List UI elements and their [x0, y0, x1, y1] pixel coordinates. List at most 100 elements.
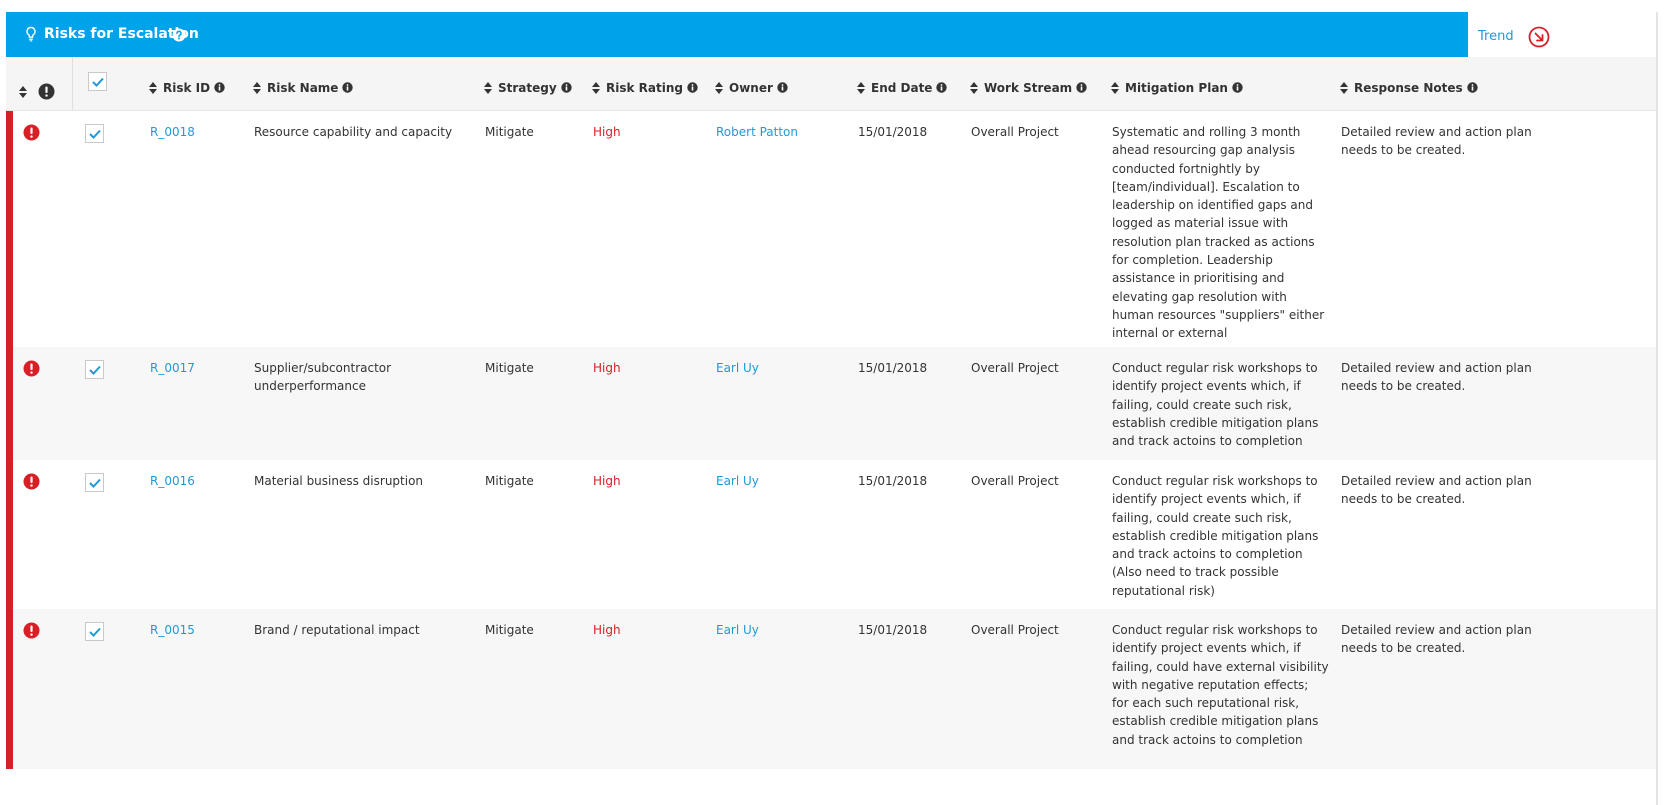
mitigation-plan-line: human resources "suppliers" either [1112, 307, 1325, 322]
mitigation-plan-line: (Also need to track possible [1112, 565, 1279, 580]
column-header-label: Response Notes [1354, 81, 1463, 95]
check-icon [89, 365, 101, 375]
end-date-cell: 15/01/2018 [858, 361, 928, 375]
sort-icon [149, 82, 157, 94]
trend-tab[interactable]: Trend [1468, 12, 1656, 57]
mitigation-plan-line: and track actoins to completion [1112, 434, 1303, 449]
column-header-label: Strategy [498, 81, 557, 95]
risk-name-line: Material business disruption [254, 474, 424, 488]
risk-id-link[interactable]: R_0015 [150, 621, 195, 639]
exclamation-circle-icon [23, 622, 40, 643]
work-stream-cell: Overall Project [971, 623, 1059, 637]
check-icon [89, 478, 101, 488]
info-circle-icon[interactable] [560, 82, 572, 93]
trend-link[interactable]: Trend [1478, 12, 1514, 62]
mitigation-plan-line: establish credible mitigation plans [1112, 528, 1319, 543]
response-notes: Detailed review and action plan needs to … [1341, 621, 1532, 658]
info-circle-icon[interactable] [342, 82, 354, 93]
mitigation-plan-line: Conduct regular risk workshops to [1112, 623, 1318, 637]
sort-icon [970, 82, 978, 94]
mitigation-plan-line: and track actoins to completion [1112, 547, 1303, 562]
check-icon [89, 627, 101, 637]
column-header-mitigation[interactable]: Mitigation Plan [1111, 57, 1243, 110]
mitigation-plan-line: assistance in prioritising and [1112, 271, 1285, 286]
info-circle-icon[interactable] [1232, 82, 1243, 93]
response-notes-line: needs to be created. [1341, 492, 1466, 507]
info-circle-icon[interactable] [936, 82, 948, 93]
sort-icon [253, 82, 261, 94]
risk-id-link[interactable]: R_0016 [150, 472, 195, 490]
column-header-strategy[interactable]: Strategy [484, 57, 572, 110]
info-circle-icon[interactable] [214, 82, 225, 93]
row-checkbox[interactable] [85, 124, 104, 143]
sort-icon [715, 82, 723, 94]
column-header-label: End Date [871, 81, 933, 95]
exclamation-circle-icon [23, 473, 40, 494]
risk-name-line: underperformance [254, 379, 366, 394]
risk-id-link[interactable]: R_0017 [150, 359, 195, 377]
row-checkbox[interactable] [85, 473, 104, 492]
mitigation-plan-line: identify project events which, if [1112, 492, 1301, 507]
mitigation-plan-line: internal or external [1112, 326, 1228, 341]
mitigation-plan-line: for each such reputational risk, [1112, 696, 1300, 711]
info-circle-icon[interactable] [777, 82, 788, 93]
mitigation-plan-line: reputational risk) [1112, 583, 1215, 598]
mitigation-plan-line: conducted fortnightly by [1112, 161, 1260, 176]
end-date-cell: 15/01/2018 [858, 125, 928, 139]
risks-panel: Risks for Escalation Trend Risk ID Risk … [6, 12, 1658, 805]
response-notes-line: needs to be created. [1341, 641, 1466, 656]
column-header-work-stream[interactable]: Work Stream [970, 57, 1087, 110]
owner-link[interactable]: Earl Uy [716, 472, 759, 490]
row-checkbox[interactable] [85, 360, 104, 379]
owner-link[interactable]: Earl Uy [716, 621, 759, 639]
info-circle-icon[interactable] [1076, 82, 1087, 93]
mitigation-plan-line: failing, could have external visibility [1112, 659, 1329, 674]
response-notes-line: Detailed review and action plan [1341, 361, 1532, 375]
mitigation-plan-line: failing, could create such risk, [1112, 397, 1292, 412]
mitigation-plan-line: failing, could create such risk, [1112, 510, 1292, 525]
info-circle-icon[interactable] [687, 82, 698, 93]
owner-link[interactable]: Earl Uy [716, 359, 759, 377]
strategy-cell: Mitigate [485, 361, 534, 375]
sort-icon [1111, 82, 1119, 94]
mitigation-plan-line: Conduct regular risk workshops to [1112, 361, 1318, 375]
work-stream-cell: Overall Project [971, 361, 1059, 375]
escalation-indicator-bar [6, 111, 13, 347]
column-header-label: Owner [729, 81, 773, 95]
column-header-end-date[interactable]: End Date [857, 57, 948, 110]
risk-id-link[interactable]: R_0018 [150, 123, 195, 141]
column-header-risk-id[interactable]: Risk ID [149, 57, 225, 110]
column-header-label: Mitigation Plan [1125, 81, 1228, 95]
row-checkbox[interactable] [85, 622, 104, 641]
escalation-indicator-bar [6, 609, 13, 769]
exclamation-circle-icon [38, 83, 55, 100]
risk-rating-cell: High [593, 361, 621, 375]
response-notes-line: needs to be created. [1341, 379, 1466, 394]
mitigation-plan-line: Systematic and rolling 3 month [1112, 125, 1301, 139]
check-icon [92, 77, 104, 87]
response-notes-line: needs to be created. [1341, 143, 1466, 158]
lightbulb-icon [25, 26, 37, 46]
column-header-notes[interactable]: Response Notes [1340, 57, 1478, 110]
risk-name: Resource capability and capacity [254, 123, 452, 141]
flag-column-header[interactable] [19, 81, 55, 100]
owner-link[interactable]: Robert Patton [716, 123, 798, 141]
table-row: R_0016 Material business disruption Mitiga… [6, 460, 1656, 609]
mitigation-plan-line: with negative reputation effects; [1112, 677, 1309, 692]
work-stream-cell: Overall Project [971, 125, 1059, 139]
column-header-label: Risk ID [163, 81, 211, 95]
response-notes-line: Detailed review and action plan [1341, 474, 1532, 488]
risk-rating-cell: High [593, 474, 621, 488]
strategy-cell: Mitigate [485, 623, 534, 637]
info-circle-icon[interactable] [1466, 82, 1478, 93]
column-header-label: Risk Name [267, 81, 339, 95]
column-header-owner[interactable]: Owner [715, 57, 788, 110]
arrow-down-right-circle-icon[interactable] [1528, 26, 1550, 52]
column-header-rating[interactable]: Risk Rating [592, 57, 698, 110]
column-header-risk-name[interactable]: Risk Name [253, 57, 354, 110]
select-all-checkbox[interactable] [88, 72, 107, 91]
mitigation-plan-line: elevating gap resolution with [1112, 289, 1287, 304]
question-circle-icon[interactable] [172, 27, 186, 46]
table-header: Risk ID Risk Name Strategy Risk Rating Owner… [6, 57, 1656, 111]
exclamation-circle-icon [23, 360, 40, 381]
